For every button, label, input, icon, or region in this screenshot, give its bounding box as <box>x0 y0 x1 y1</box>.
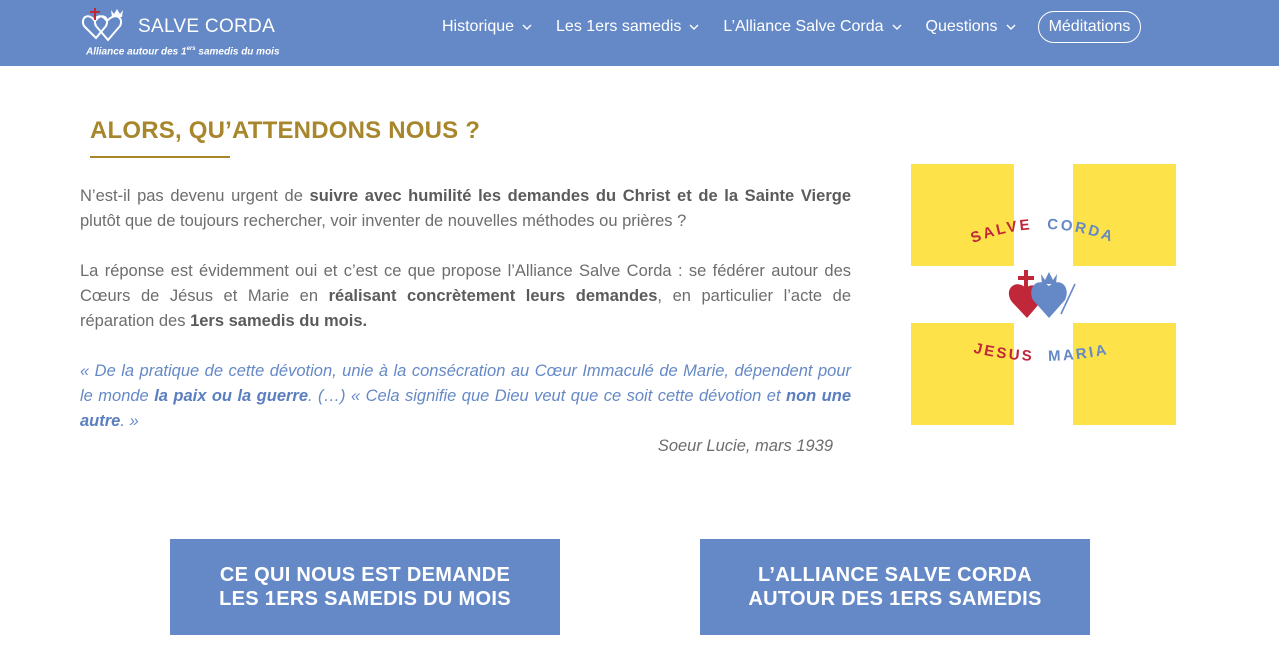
section-title: ALORS, QU’ATTENDONS NOUS ? <box>90 117 481 144</box>
nav-item-alliance[interactable]: L’Alliance Salve Corda <box>723 18 902 36</box>
main-nav: Historique Les 1ers samedis L’Alliance S… <box>442 0 1142 54</box>
cta-line-2: LES 1ERS SAMEDIS DU MOIS <box>219 588 511 610</box>
nav-item-historique[interactable]: Historique <box>442 18 532 36</box>
emblem-square-bottom-right <box>1073 323 1176 425</box>
logo-tagline: Alliance autour des 1ers samedis du mois <box>86 46 280 58</box>
cta-demande-button[interactable]: CE QUI NOUS EST DEMANDE LES 1ERS SAMEDIS… <box>170 539 560 635</box>
cta-line-2: AUTOUR DES 1ERS SAMEDIS <box>748 588 1042 610</box>
nav-item-premiers-samedis[interactable]: Les 1ers samedis <box>556 18 699 36</box>
nav-item-label: Historique <box>442 18 515 35</box>
chevron-down-icon <box>1006 24 1016 30</box>
cta-line-1: CE QUI NOUS EST DEMANDE <box>219 564 511 586</box>
chevron-down-icon <box>892 24 902 30</box>
cta-line-1: L’ALLIANCE SALVE CORDA <box>757 564 1032 586</box>
nav-item-questions[interactable]: Questions <box>926 18 1016 36</box>
emblem-square-top-left <box>911 164 1014 266</box>
paragraph-1: N’est-il pas devenu urgent de suivre ave… <box>80 187 851 230</box>
hearts-logo-icon <box>82 8 123 42</box>
paragraph-2: La réponse est évidemment oui et c’est c… <box>80 262 851 330</box>
cta-alliance-button[interactable]: L’ALLIANCE SALVE CORDA AUTOUR DES 1ERS S… <box>700 539 1090 635</box>
logo-title: SALVE CORDA <box>138 16 276 37</box>
emblem-square-bottom-left <box>911 323 1014 425</box>
site-header: SALVE CORDA Alliance autour des 1ers sam… <box>0 0 1279 66</box>
quote-signature: Soeur Lucie, mars 1939 <box>657 437 833 455</box>
content-text: N’est-il pas devenu urgent de suivre ave… <box>80 184 851 484</box>
nav-item-label: Questions <box>925 18 998 35</box>
meditations-button[interactable]: Méditations <box>1037 11 1142 43</box>
chevron-down-icon <box>689 24 699 30</box>
emblem-square-top-right <box>1073 164 1176 266</box>
title-underline <box>90 156 230 158</box>
nav-item-label: L’Alliance Salve Corda <box>723 18 884 35</box>
nav-item-label: Les 1ers samedis <box>556 18 682 35</box>
sacred-hearts-icon <box>1008 270 1076 318</box>
chevron-down-icon <box>522 24 532 30</box>
salve-corda-emblem: SALVE CORDA JESUS MARIA <box>911 164 1176 425</box>
site-logo[interactable]: SALVE CORDA Alliance autour des 1ers sam… <box>80 6 280 62</box>
lucie-quote: « De la pratique de cette dévotion, unie… <box>80 362 851 430</box>
